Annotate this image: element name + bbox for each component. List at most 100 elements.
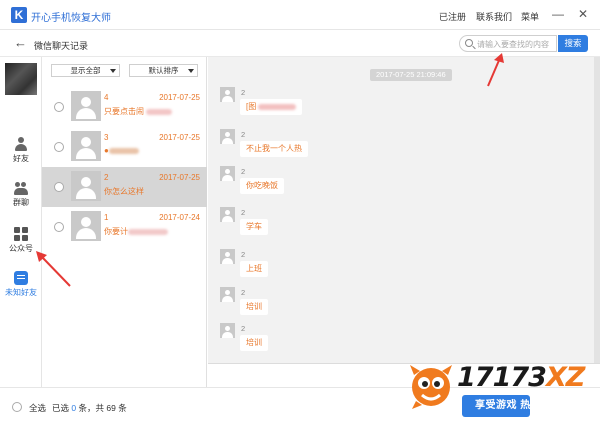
contact-last-message: ● [104, 146, 139, 155]
message-sender: 2 [241, 130, 246, 139]
list-item[interactable]: 4 2017-07-25 只要点击闹 [42, 87, 207, 127]
select-all-label[interactable]: 全选 [29, 402, 46, 414]
sort-label: 默认排序 [148, 66, 179, 75]
show-all-dropdown[interactable]: 显示全部 [51, 64, 120, 77]
sidebar: 好友 群聊 公众号 未知好友 [0, 57, 42, 387]
contact-avatar [71, 91, 101, 121]
message-bubble: 培训 [240, 299, 268, 315]
message-sender: 2 [241, 208, 246, 217]
page-title: 微信聊天记录 [34, 41, 89, 51]
contact-last-message: 只要点击闹 [104, 106, 173, 117]
message-sender: 2 [241, 167, 246, 176]
message-sender: 2 [241, 288, 246, 297]
sidebar-item-unknown-friends[interactable]: 未知好友 [0, 271, 42, 298]
contact-date: 2017-07-25 [159, 173, 200, 182]
menu-link[interactable]: 菜单 [521, 10, 539, 23]
total-count: 69 [106, 403, 116, 413]
sort-dropdown[interactable]: 默认排序 [129, 64, 198, 77]
message-avatar [220, 207, 235, 222]
chat-icon [14, 271, 28, 285]
contact-date: 2017-07-24 [159, 213, 200, 222]
mascot-icon [410, 365, 452, 409]
logo-main: 17173 [457, 362, 547, 393]
sidebar-item-friends[interactable]: 好友 [0, 137, 42, 164]
select-radio[interactable] [54, 182, 64, 192]
search-button[interactable]: 搜索 [558, 35, 588, 52]
group-icon [14, 181, 28, 195]
contact-avatar [71, 211, 101, 241]
message-sender: 2 [241, 88, 246, 97]
message-bubble: 你吃晚饭 [240, 178, 284, 194]
watermark: 17173XZ 享受游戏 热爱生活！ [408, 357, 594, 417]
message-bubble: 不止我一个人热 [240, 141, 308, 157]
message-bubble: 上班 [240, 261, 268, 277]
sidebar-item-label: 群聊 [13, 198, 29, 207]
chevron-down-icon [188, 69, 194, 73]
watermark-logo: 17173XZ [457, 362, 585, 393]
contact-name: 3 [104, 133, 109, 142]
message-avatar [220, 87, 235, 102]
message-sender: 2 [241, 250, 246, 259]
selected-mid: 条，共 [78, 403, 105, 413]
contact-name: 4 [104, 93, 109, 102]
sidebar-item-official-accounts[interactable]: 公众号 [0, 227, 42, 254]
search-input[interactable] [477, 38, 555, 50]
selected-prefix: 已选 [52, 403, 70, 413]
app-title: 开心手机恢复大师 [31, 13, 111, 24]
back-arrow-icon[interactable]: ← [14, 35, 27, 50]
chat-scrollbar[interactable] [594, 57, 600, 363]
contact-avatar [71, 171, 101, 201]
registered-link[interactable]: 已注册 [439, 10, 466, 23]
show-all-label: 显示全部 [70, 66, 101, 75]
message-text: [图 [246, 102, 257, 111]
message-avatar [220, 129, 235, 144]
avatar [5, 63, 37, 95]
list-item[interactable]: 3 2017-07-25 ● [42, 127, 207, 167]
list-item[interactable]: 1 2017-07-24 你要计 [42, 207, 207, 247]
select-radio[interactable] [54, 102, 64, 112]
message-avatar [220, 249, 235, 264]
contact-list-panel: 显示全部 默认排序 4 2017-07-25 只要点击闹 3 2017-07-2… [42, 57, 207, 387]
message-bubble: [图 [240, 99, 303, 115]
sidebar-item-label: 公众号 [9, 244, 33, 253]
select-all-radio[interactable] [12, 402, 22, 412]
list-item[interactable]: 2 2017-07-25 你怎么这样 [42, 167, 207, 207]
message-avatar [220, 323, 235, 338]
select-radio[interactable] [54, 222, 64, 232]
contact-message-text: 只要点击闹 [104, 107, 144, 116]
search-box [459, 35, 557, 52]
title-bar: K 开心手机恢复大师 已注册 联系我们 菜单 — ✕ [0, 0, 600, 30]
sidebar-item-groups[interactable]: 群聊 [0, 181, 42, 208]
contact-date: 2017-07-25 [159, 133, 200, 142]
sidebar-item-label: 好友 [13, 154, 29, 163]
close-button[interactable]: ✕ [574, 5, 592, 23]
select-radio[interactable] [54, 142, 64, 152]
contact-last-message: 你怎么这样 [104, 187, 144, 196]
message-bubble: 学车 [240, 219, 268, 235]
chat-history-panel: 2017-07-25 21:09:46 2 [图 2 不止我一个人热 2 你吃晚… [208, 57, 600, 363]
contact-name: 1 [104, 213, 109, 222]
contact-date: 2017-07-25 [159, 93, 200, 102]
sidebar-item-label: 未知好友 [5, 288, 37, 297]
message-sender: 2 [241, 324, 246, 333]
minimize-button[interactable]: — [549, 5, 567, 23]
selected-suffix: 条 [118, 403, 127, 413]
toolbar: ← 微信聊天记录 搜索 [0, 30, 600, 57]
logo-accent: XZ [545, 362, 585, 393]
contact-us-link[interactable]: 联系我们 [476, 10, 512, 23]
selection-count: 已选 0 条，共 69 条 [52, 402, 127, 414]
contact-message-text: 你要计 [104, 227, 128, 236]
message-avatar [220, 166, 235, 181]
grid-icon [14, 227, 28, 241]
contact-name: 2 [104, 173, 109, 182]
selected-count: 0 [71, 403, 77, 413]
chat-timestamp: 2017-07-25 21:09:46 [370, 69, 452, 81]
message-bubble: 培训 [240, 335, 268, 351]
search-icon [465, 39, 473, 47]
chevron-down-icon [110, 69, 116, 73]
contact-last-message: 你要计 [104, 226, 168, 237]
watermark-slogan: 享受游戏 热爱生活！ [475, 400, 573, 411]
message-avatar [220, 287, 235, 302]
app-logo-icon: K [11, 7, 27, 23]
person-icon [14, 137, 28, 151]
